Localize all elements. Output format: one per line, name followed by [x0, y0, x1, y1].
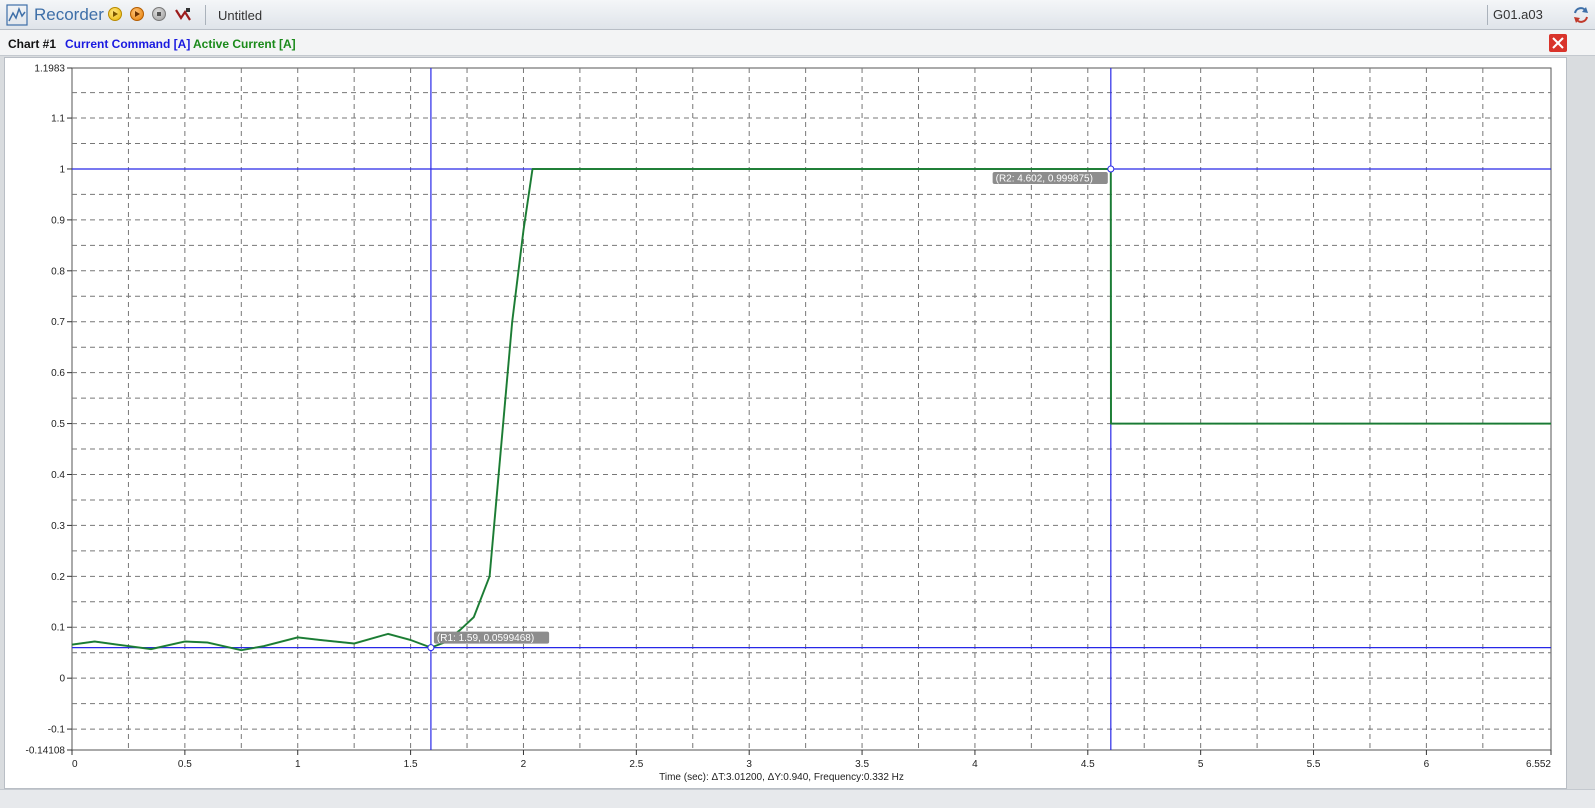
x-tick-label: 2.5	[629, 759, 643, 770]
y-tick-label: -0.1	[48, 725, 66, 736]
close-chart-button[interactable]	[1549, 34, 1567, 52]
stop-button[interactable]	[152, 7, 166, 21]
title-bar: Recorder Untitled G01.a03	[0, 0, 1595, 30]
cursor-readout-text: (R2: 4.602, 0.999875)	[996, 174, 1093, 185]
x-tick-label: 1	[295, 759, 301, 770]
y-tick-label: 0.4	[51, 470, 65, 481]
toolbar-separator	[205, 5, 206, 25]
document-name: Untitled	[218, 8, 263, 23]
drive-name: G01.a03	[1493, 7, 1543, 22]
cursor-marker	[1107, 165, 1115, 173]
x-tick-label: 3.5	[855, 759, 869, 770]
record-button[interactable]	[130, 7, 144, 21]
y-tick-label: 0.6	[51, 368, 65, 379]
cursor-readout: (R1: 1.59, 0.0599468)	[433, 631, 550, 644]
y-tick-label: -0.14108	[26, 746, 66, 757]
x-tick-label: 1.5	[404, 759, 418, 770]
recorder-app-icon	[6, 4, 28, 26]
y-tick-label: 0.2	[51, 572, 65, 583]
status-strip	[0, 789, 1595, 808]
x-tick-label: 2	[521, 759, 527, 770]
chart-name: Chart #1	[8, 37, 57, 51]
x-tick-label: 3	[746, 759, 752, 770]
chart-header: Chart #1 Current Command [A] Active Curr…	[0, 30, 1595, 56]
legend-current-command[interactable]: Current Command [A]	[65, 37, 190, 51]
line-chart[interactable]: 0 0.5 1 1.5 2 2.5 3 3.5 4 4.5 5 5.5 6 6.552 1.1983 1.1 1…	[5, 58, 1566, 788]
x-tick-label: 6.552	[1526, 759, 1551, 770]
y-tick-label: 0.7	[51, 317, 65, 328]
trigger-icon[interactable]	[174, 6, 192, 24]
y-tick-label: 0.5	[51, 419, 65, 430]
sync-icon[interactable]	[1571, 5, 1591, 25]
y-tick-label: 0.3	[51, 521, 65, 532]
x-tick-label: 5.5	[1307, 759, 1321, 770]
x-tick-label: 0.5	[178, 759, 192, 770]
x-tick-label: 6	[1424, 759, 1430, 770]
y-tick-label: 0	[59, 674, 65, 685]
cursor-marker	[427, 644, 435, 652]
record-icon	[135, 11, 140, 17]
y-tick-label: 0.8	[51, 266, 65, 277]
x-tick-label: 5	[1198, 759, 1204, 770]
y-tick-label: 0.1	[51, 623, 65, 634]
legend-active-current[interactable]: Active Current [A]	[193, 37, 296, 51]
y-tick-label: 0.9	[51, 215, 65, 226]
y-tick-label: 1.1983	[34, 64, 65, 75]
app-title: Recorder	[34, 5, 104, 24]
play-button[interactable]	[108, 7, 122, 21]
toolbar-separator	[1487, 5, 1488, 25]
y-tick-label: 1.1	[51, 114, 65, 125]
plot-panel: 0 0.5 1 1.5 2 2.5 3 3.5 4 4.5 5 5.5 6 6.552 1.1983 1.1 1…	[4, 57, 1567, 789]
y-tick-label: 1	[59, 164, 65, 175]
x-tick-label: 4	[972, 759, 978, 770]
x-axis-label: Time (sec): ΔT:3.01200, ΔY:0.940, Freque…	[659, 772, 904, 783]
cursor-readout: (R2: 4.602, 0.999875)	[992, 172, 1108, 185]
x-tick-label: 4.5	[1081, 759, 1095, 770]
play-icon	[113, 11, 118, 17]
x-tick-label: 0	[72, 759, 78, 770]
cursor-readout-text: (R1: 1.59, 0.0599468)	[437, 633, 534, 644]
close-icon	[1552, 37, 1564, 49]
stop-icon	[157, 12, 161, 16]
